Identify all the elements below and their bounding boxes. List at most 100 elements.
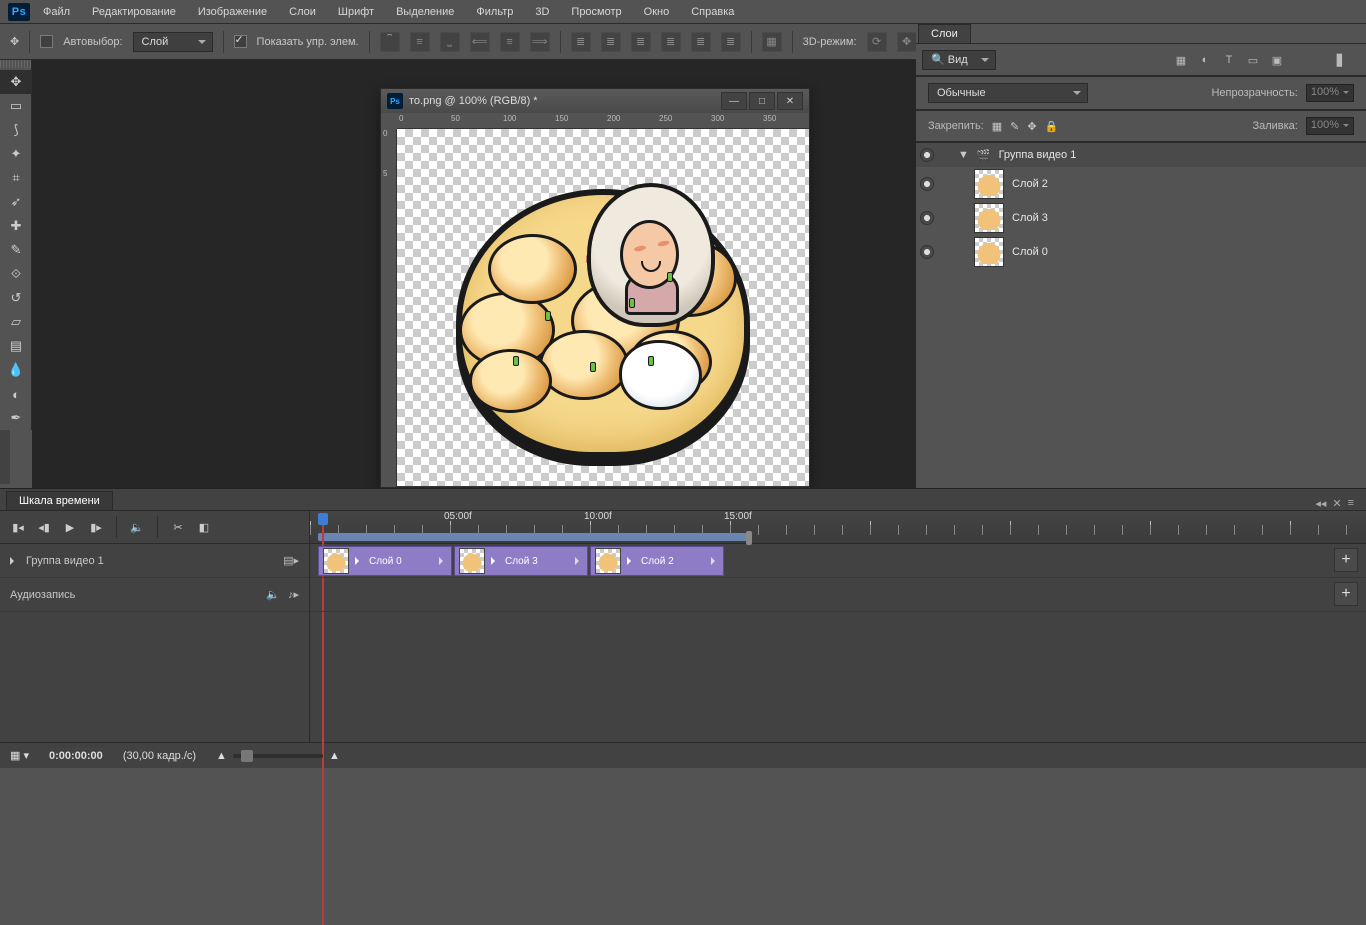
blend-mode-dropdown[interactable]: Обычные [928, 83, 1088, 103]
autoselect-dropdown[interactable]: Слой [133, 32, 213, 52]
document-window[interactable]: Ps то.png @ 100% (RGB/8) * — □ ✕ 0 50 10… [380, 88, 810, 488]
opacity-field[interactable]: 100% [1306, 84, 1354, 102]
current-time[interactable]: 0:00:00:00 [49, 750, 103, 762]
layers-tab[interactable]: Слои [918, 24, 971, 43]
ruler-horizontal[interactable]: 0 50 100 150 200 250 300 350 [397, 113, 809, 129]
lock-brush-icon[interactable]: ✎ [1010, 120, 1019, 133]
lock-all-icon[interactable]: 🔒 [1045, 120, 1059, 133]
speaker-icon[interactable]: 🔈 [266, 588, 280, 601]
visibility-toggle[interactable] [920, 177, 934, 191]
menu-edit[interactable]: Редактирование [83, 4, 185, 20]
tool-eraser[interactable]: ▱ [0, 310, 32, 334]
play-button[interactable]: ▶ [60, 518, 80, 536]
menu-type[interactable]: Шрифт [329, 4, 383, 20]
timeline-tab[interactable]: Шкала времени [6, 491, 113, 510]
show-controls-checkbox[interactable] [234, 35, 247, 48]
tool-stamp[interactable]: ⟐ [0, 262, 32, 286]
audio-track-header[interactable]: Аудиозапись 🔈♪▸ [0, 578, 309, 612]
layer-thumbnail[interactable] [974, 203, 1004, 233]
visibility-toggle[interactable] [920, 148, 934, 162]
menu-3d[interactable]: 3D [526, 4, 558, 20]
menu-image[interactable]: Изображение [189, 4, 276, 20]
doc-close-button[interactable]: ✕ [777, 92, 803, 110]
align-top-icon[interactable]: ⎴ [380, 32, 400, 52]
layer-thumbnail[interactable] [974, 237, 1004, 267]
3d-pan-icon[interactable]: ✥ [897, 32, 917, 52]
filter-adjust-icon[interactable]: ◐ [1198, 54, 1212, 67]
tool-blur[interactable]: 💧 [0, 358, 32, 382]
transition-button[interactable]: ◧ [194, 518, 214, 536]
visibility-toggle[interactable] [920, 245, 934, 259]
autoselect-checkbox[interactable] [40, 35, 53, 48]
autoalign-icon[interactable]: ▦ [762, 32, 782, 52]
align-hcenter-icon[interactable]: ≡ [500, 32, 520, 52]
tool-heal[interactable]: ✚ [0, 214, 32, 238]
zoom-out-icon[interactable]: ▲ [216, 750, 227, 762]
filter-toggle-icon[interactable]: ▋ [1334, 54, 1348, 67]
layer-name[interactable]: Слой 3 [1012, 212, 1048, 224]
layer-name[interactable]: Слой 0 [1012, 246, 1048, 258]
filter-smart-icon[interactable]: ▣ [1270, 54, 1284, 67]
distribute-vcenter-icon[interactable]: ≣ [601, 32, 621, 52]
work-area-end[interactable] [746, 531, 752, 545]
doc-minimize-button[interactable]: — [721, 92, 747, 110]
distribute-right-icon[interactable]: ≣ [721, 32, 741, 52]
canvas[interactable] [397, 129, 809, 487]
zoom-slider[interactable] [233, 754, 323, 758]
distribute-left-icon[interactable]: ≣ [661, 32, 681, 52]
align-vcenter-icon[interactable]: ≡ [410, 32, 430, 52]
layer-filter-dropdown[interactable]: 🔍 Вид [922, 50, 996, 70]
tool-pen[interactable]: ✒ [0, 406, 32, 430]
layer-name[interactable]: Слой 2 [1012, 178, 1048, 190]
playhead[interactable] [318, 513, 328, 543]
distribute-top-icon[interactable]: ≣ [571, 32, 591, 52]
timeline-clip[interactable]: Слой 3 [454, 546, 588, 576]
visibility-toggle[interactable] [920, 211, 934, 225]
tool-dodge[interactable]: ◐ [0, 382, 32, 406]
film-icon[interactable]: ▤▸ [283, 554, 299, 567]
panel-close-icon[interactable]: ✕ [1332, 497, 1341, 510]
menu-view[interactable]: Просмотр [562, 4, 630, 20]
menu-filter[interactable]: Фильтр [467, 4, 522, 20]
layer-row[interactable]: Слой 3 [916, 201, 1366, 235]
tool-history-brush[interactable]: ↺ [0, 286, 32, 310]
toolbox-grip[interactable] [0, 60, 31, 68]
filter-type-icon[interactable]: T [1222, 54, 1236, 67]
align-right-icon[interactable]: ⟹ [530, 32, 550, 52]
mute-button[interactable]: 🔈 [127, 518, 147, 536]
layer-thumbnail[interactable] [974, 169, 1004, 199]
timeline-ruler[interactable]: 05:00f 10:00f 15:00f [310, 511, 1366, 543]
distribute-bottom-icon[interactable]: ≣ [631, 32, 651, 52]
panel-collapse-icon[interactable]: ◂◂ [1315, 497, 1326, 510]
timeline-clip[interactable]: Слой 2 [590, 546, 724, 576]
lock-move-icon[interactable]: ✥ [1027, 120, 1036, 133]
menu-select[interactable]: Выделение [387, 4, 463, 20]
add-media-button[interactable]: + [1334, 548, 1358, 572]
work-area-bar[interactable] [318, 533, 748, 541]
panel-menu-icon[interactable]: ≡ [1348, 497, 1354, 510]
layer-group-row[interactable]: ▼ 🎬 Группа видео 1 [916, 143, 1366, 167]
track-lanes[interactable]: Слой 0 Слой 3 Слой 2 + + [310, 544, 1366, 742]
3d-orbit-icon[interactable]: ⟳ [867, 32, 887, 52]
timeline-clip[interactable]: Слой 0 [318, 546, 452, 576]
zoom-in-icon[interactable]: ▲ [329, 750, 340, 762]
chevron-right-icon[interactable] [10, 557, 18, 565]
align-left-icon[interactable]: ⟸ [470, 32, 490, 52]
menu-window[interactable]: Окно [635, 4, 679, 20]
render-options-icon[interactable]: ▦ ▾ [10, 749, 29, 762]
layer-row[interactable]: Слой 2 [916, 167, 1366, 201]
tool-marquee[interactable]: ▭ [0, 94, 32, 118]
layer-group-name[interactable]: Группа видео 1 [999, 149, 1077, 161]
distribute-hcenter-icon[interactable]: ≣ [691, 32, 711, 52]
menu-help[interactable]: Справка [682, 4, 743, 20]
tool-eyedropper[interactable]: ➶ [0, 190, 32, 214]
next-frame-button[interactable]: ▮▸ [86, 518, 106, 536]
doc-maximize-button[interactable]: □ [749, 92, 775, 110]
filter-shape-icon[interactable]: ▭ [1246, 54, 1260, 67]
menu-layers[interactable]: Слои [280, 4, 325, 20]
prev-frame-button[interactable]: ◂▮ [34, 518, 54, 536]
ruler-vertical[interactable]: 0 5 [381, 129, 397, 487]
tool-gradient[interactable]: ▤ [0, 334, 32, 358]
tool-brush[interactable]: ✎ [0, 238, 32, 262]
chevron-down-icon[interactable]: ▼ [958, 149, 969, 161]
